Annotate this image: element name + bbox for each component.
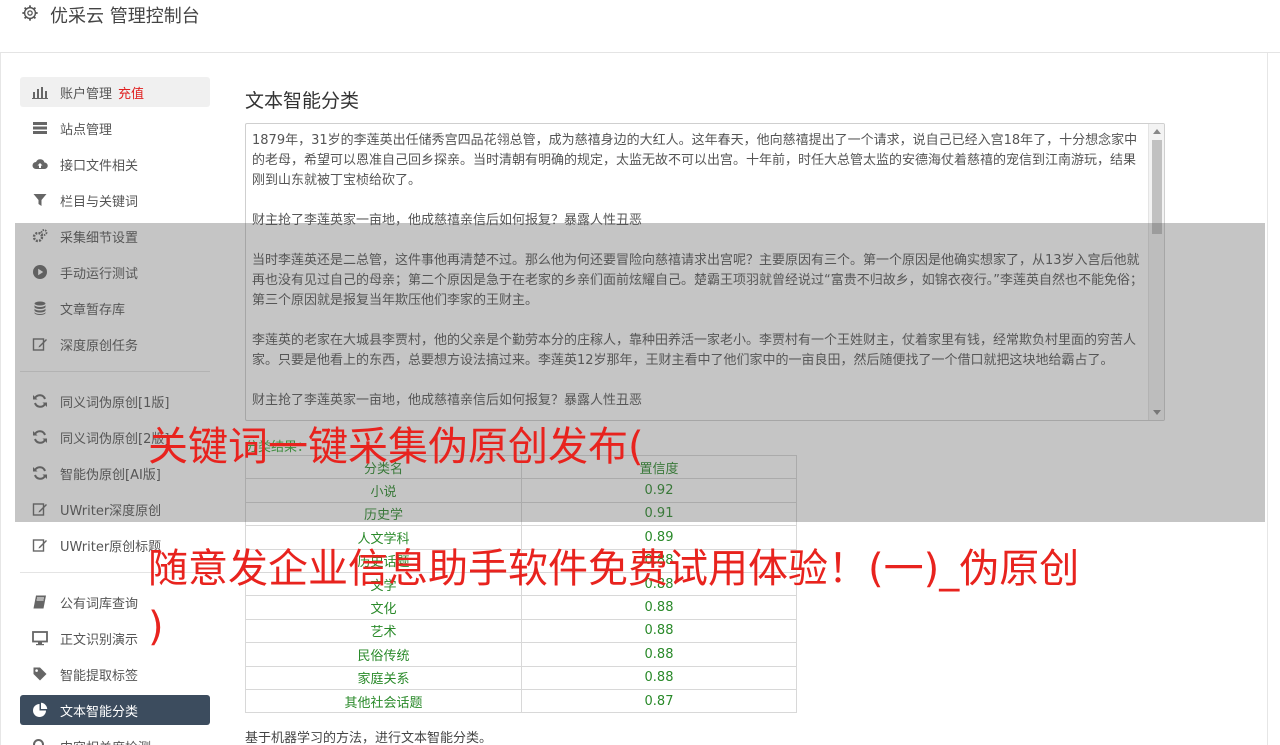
sidebar-item-label: 接口文件相关 [60,159,139,174]
recharge-link[interactable]: 充值 [118,87,144,102]
book-icon [33,595,46,609]
category-cell: 家庭关系 [245,665,522,690]
table-row: 其他社会话题 0.87 [245,688,797,714]
top-bar: 优采云 管理控制台 [0,0,1280,53]
server-icon [33,122,47,134]
sidebar-item-label: 正文识别演示 [60,633,139,648]
sidebar-item-interface[interactable]: 接口文件相关 [20,149,210,179]
confidence-cell: 0.88 [521,618,797,644]
article-paragraph: 1879年，31岁的李莲英出任储秀宫四品花翎总管，成为慈禧身边的大红人。这年春天… [252,133,1138,188]
scrollbar-thumb[interactable] [1152,140,1162,234]
sidebar-item-label: 智能提取标签 [60,669,139,684]
confidence-cell: 0.87 [521,688,797,714]
category-cell: 文化 [245,595,522,620]
bar-chart-icon [32,87,48,99]
category-cell: 民俗传统 [245,642,522,667]
category-cell: 艺术 [245,618,522,644]
tag-icon [33,667,47,681]
sidebar-item-smart-tags[interactable]: 智能提取标签 [20,659,210,689]
cloud-upload-icon [32,159,48,169]
table-row: 艺术 0.88 [245,618,797,644]
page-edge [0,0,1,745]
gear-icon [22,5,38,21]
filter-icon [33,194,47,206]
sidebar-item-label: 站点管理 [60,123,113,138]
table-row: 民俗传统 0.88 [245,642,797,667]
sidebar-item-label: 公有词库查询 [60,597,139,612]
sidebar-item-text-recognition[interactable]: 正文识别演示 [20,623,210,653]
overlay-headline-line: 随意发企业信息助手软件免费试用体验！(一)_伪原创 [148,546,1080,592]
sidebar-item-text-classification[interactable]: 文本智能分类 [20,695,210,725]
sidebar-item-sites[interactable]: 站点管理 [20,113,210,143]
monitor-icon [32,631,48,646]
overlay-band [15,223,1265,522]
confidence-cell: 0.88 [521,642,797,667]
app-title: 优采云 管理控制台 [50,6,200,27]
search-icon [33,739,44,745]
sidebar-item-label: 内容相关度检测 [60,737,151,745]
category-cell: 其他社会话题 [245,688,522,714]
sidebar-item-label: 文本智能分类 [60,705,139,720]
table-row: 家庭关系 0.88 [245,665,797,690]
sidebar-item-relevance-check[interactable]: 内容相关度检测 [20,731,210,745]
scroll-up-arrow-icon[interactable] [1153,129,1161,134]
confidence-cell: 0.88 [521,595,797,620]
footnote: 基于机器学习的方法，进行文本智能分类。 [245,731,493,745]
sidebar-item-label: 栏目与关键词 [60,195,139,210]
sidebar-item-label: 账户管理 [60,87,113,102]
edit-icon [32,539,47,552]
overlay-headline-line: 关键词一键采集伪原创发布( [148,424,644,470]
pie-chart-icon [33,702,48,717]
overlay-headline-line: ) [148,604,164,650]
table-row: 文化 0.88 [245,595,797,620]
sidebar-item-columns-keywords[interactable]: 栏目与关键词 [20,185,210,215]
sidebar-item-label: UWriter原创标题 [60,540,162,555]
confidence-cell: 0.88 [521,665,797,690]
page-edge [1267,0,1268,745]
page-title: 文本智能分类 [245,90,360,112]
sidebar-item-account[interactable]: 账户管理 充值 [20,77,210,107]
